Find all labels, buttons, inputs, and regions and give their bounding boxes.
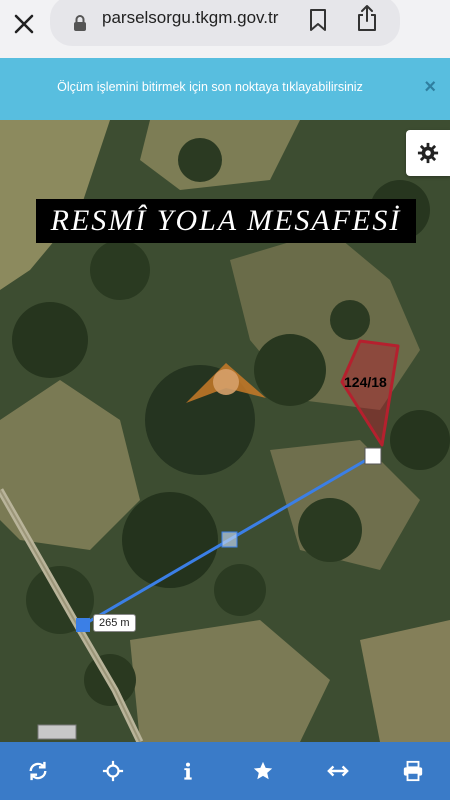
banner-message: Ölçüm işlemini bitirmek için son noktaya… [57, 80, 363, 94]
parcel-number-label[interactable]: 124/18 [344, 374, 387, 390]
info-icon [183, 762, 192, 780]
distance-label: 265 m [93, 614, 136, 632]
browser-bar: parselsorgu.tkgm.gov.tr [0, 0, 450, 58]
map-view[interactable]: RESMÎ YOLA MESAFESİ 124/18 265 m [0, 120, 450, 742]
crosshair-icon [102, 760, 123, 782]
favorite-button[interactable] [243, 751, 283, 791]
gear-icon [417, 142, 439, 164]
close-icon [14, 14, 34, 34]
measure-endpoint [364, 447, 382, 465]
measure-startpoint [76, 618, 90, 632]
bookmark-icon[interactable] [308, 8, 328, 32]
close-tab-button[interactable] [10, 10, 38, 38]
print-icon [403, 760, 422, 782]
share-icon[interactable] [355, 4, 379, 32]
refresh-button[interactable] [18, 751, 58, 791]
measure-button[interactable] [318, 751, 358, 791]
star-icon [253, 761, 272, 780]
overlay-title-box: RESMÎ YOLA MESAFESİ [36, 199, 416, 243]
address-bar[interactable]: parselsorgu.tkgm.gov.tr [50, 0, 400, 46]
banner-close-button[interactable]: × [424, 76, 436, 99]
print-button[interactable] [393, 751, 433, 791]
info-banner: Ölçüm işlemini bitirmek için son noktaya… [0, 58, 450, 120]
info-button[interactable] [168, 751, 208, 791]
lock-icon [74, 15, 86, 31]
refresh-icon [28, 761, 47, 781]
bottom-toolbar [0, 742, 450, 800]
locate-button[interactable] [93, 751, 133, 791]
measure-midpoint [221, 531, 238, 548]
settings-button[interactable] [406, 130, 450, 176]
overlay-title: RESMÎ YOLA MESAFESİ [50, 204, 402, 237]
url-text: parselsorgu.tkgm.gov.tr [102, 8, 279, 27]
measure-icon [326, 765, 349, 777]
